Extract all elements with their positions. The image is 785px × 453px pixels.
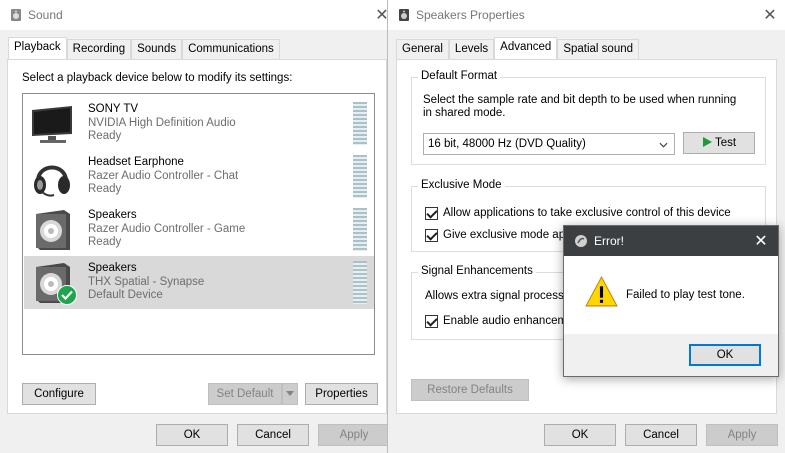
default-format-description-cont: in shared mode.: [423, 107, 506, 119]
dialog-app-icon: [575, 235, 587, 247]
volume-meter: [353, 261, 367, 304]
default-format-description: Select the sample rate and bit depth to …: [423, 94, 737, 106]
device-status: Ready: [88, 130, 122, 142]
tab-communications[interactable]: Communications: [182, 39, 280, 59]
speakers-tabs: General Levels Advanced Spatial sound: [396, 37, 640, 59]
test-button-label: Test: [714, 137, 737, 149]
device-item-sony-tv[interactable]: SONY TV NVIDIA High Definition Audio Rea…: [24, 97, 374, 150]
device-driver: NVIDIA High Definition Audio: [88, 117, 236, 129]
sound-window: Sound ✕ Playback Recording Sounds Commun…: [0, 0, 390, 453]
headset-icon: [34, 165, 70, 197]
device-name: Speakers: [88, 262, 137, 274]
speakers-titlebar: Speakers Properties ✕: [388, 0, 785, 30]
error-dialog-titlebar: Error! ✕: [564, 226, 778, 256]
monitor-icon: [32, 106, 72, 143]
default-format-group: Default Format Select the sample rate an…: [411, 70, 766, 165]
format-select-value: 16 bit, 48000 Hz (DVD Quality): [428, 138, 586, 150]
device-item-speakers-thx[interactable]: Speakers THX Spatial - Synapse Default D…: [24, 256, 374, 309]
speakers-window-title: Speakers Properties: [416, 8, 525, 22]
error-ok-button[interactable]: OK: [689, 344, 761, 366]
device-name: Speakers: [88, 209, 137, 221]
tab-general[interactable]: General: [396, 39, 449, 59]
cancel-button[interactable]: Cancel: [237, 424, 309, 446]
exclusive-control-checkbox[interactable]: [425, 207, 438, 220]
device-item-speakers-game[interactable]: Speakers Razer Audio Controller - Game R…: [24, 203, 374, 256]
exclusive-priority-label: Give exclusive mode app: [443, 229, 572, 241]
audio-enhancements-checkbox[interactable]: [425, 315, 438, 328]
set-default-dropdown[interactable]: [282, 383, 298, 405]
format-select[interactable]: 16 bit, 48000 Hz (DVD Quality): [423, 133, 675, 155]
ok-button[interactable]: OK: [544, 424, 616, 446]
chevron-down-icon: [286, 391, 294, 397]
device-item-headset[interactable]: Headset Earphone Razer Audio Controller …: [24, 150, 374, 203]
tab-sounds[interactable]: Sounds: [131, 39, 183, 59]
close-icon[interactable]: ✕: [760, 5, 780, 25]
ok-button[interactable]: OK: [156, 424, 228, 446]
device-driver: Razer Audio Controller - Game: [88, 223, 246, 235]
device-driver: THX Spatial - Synapse: [88, 276, 205, 288]
device-list: SONY TV NVIDIA High Definition Audio Rea…: [22, 93, 375, 355]
volume-meter: [353, 208, 367, 251]
sound-app-icon: [11, 9, 21, 21]
volume-meter: [353, 155, 367, 198]
error-dialog: Error! ✕ Failed to play test tone. OK: [563, 225, 779, 377]
speaker-app-icon: [399, 9, 409, 21]
apply-button[interactable]: Apply: [318, 424, 390, 446]
device-driver: Razer Audio Controller - Chat: [88, 170, 239, 182]
apply-button[interactable]: Apply: [706, 424, 778, 446]
signal-enhancements-description: Allows extra signal processi: [425, 290, 567, 302]
device-status: Ready: [88, 236, 122, 248]
cancel-button[interactable]: Cancel: [625, 424, 697, 446]
sound-window-title: Sound: [28, 8, 63, 22]
set-default-button[interactable]: Set Default: [208, 383, 282, 405]
exclusive-control-label: Allow applications to take exclusive con…: [443, 207, 731, 219]
device-name: Headset Earphone: [88, 156, 184, 168]
device-status: Default Device: [88, 289, 163, 301]
speaker-icon: [36, 210, 70, 250]
sound-titlebar: Sound ✕: [0, 0, 389, 30]
tab-levels[interactable]: Levels: [448, 39, 495, 59]
tab-advanced[interactable]: Advanced: [494, 37, 558, 59]
playback-panel: Select a playback device below to modify…: [7, 59, 387, 414]
test-button[interactable]: Test: [683, 132, 755, 154]
play-icon: [702, 137, 712, 147]
tab-playback[interactable]: Playback: [8, 37, 67, 59]
playback-instruction: Select a playback device below to modify…: [22, 72, 293, 84]
tab-spatial-sound[interactable]: Spatial sound: [557, 39, 640, 59]
close-icon[interactable]: ✕: [752, 231, 770, 251]
sound-tabs: Playback Recording Sounds Communications: [8, 37, 280, 59]
exclusive-priority-checkbox[interactable]: [425, 229, 438, 242]
default-format-label: Default Format: [418, 70, 501, 82]
device-status: Ready: [88, 183, 122, 195]
properties-button[interactable]: Properties: [305, 383, 378, 405]
error-dialog-title: Error!: [594, 234, 624, 248]
exclusive-mode-label: Exclusive Mode: [418, 179, 505, 191]
error-dialog-body: Failed to play test tone.: [564, 256, 778, 334]
configure-button[interactable]: Configure: [22, 383, 96, 405]
error-message: Failed to play test tone.: [626, 289, 745, 301]
volume-meter: [353, 102, 367, 145]
default-check-icon: [57, 285, 77, 305]
restore-defaults-button[interactable]: Restore Defaults: [411, 379, 529, 401]
device-name: SONY TV: [88, 103, 139, 115]
audio-enhancements-label: Enable audio enhancem: [443, 315, 568, 327]
chevron-down-icon: [659, 142, 668, 148]
signal-enhancements-label: Signal Enhancements: [418, 265, 536, 277]
warning-icon: [585, 276, 618, 307]
tab-recording[interactable]: Recording: [66, 39, 132, 59]
